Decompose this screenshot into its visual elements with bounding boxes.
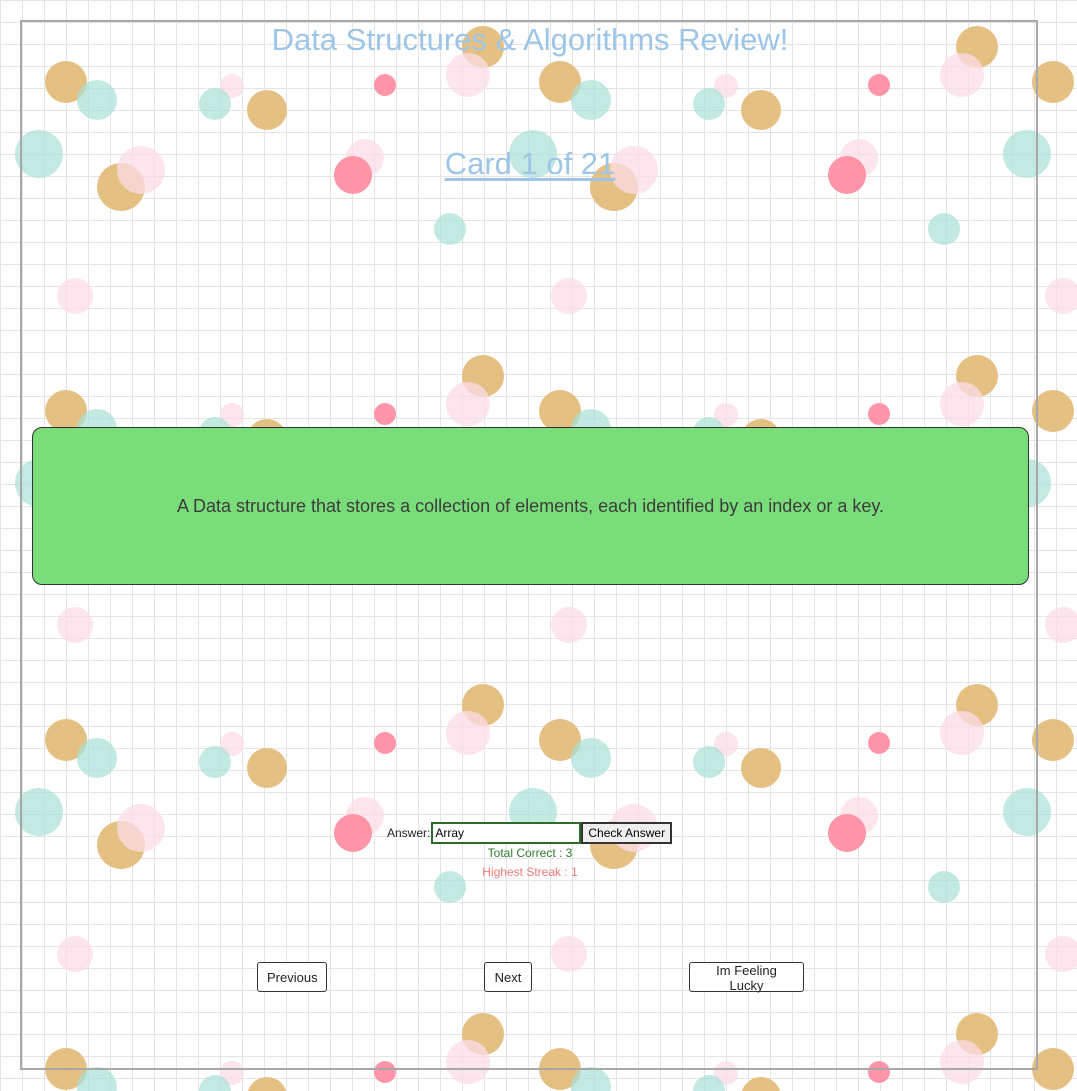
- gold-dot: [1032, 390, 1074, 432]
- page-title: Data Structures & Algorithms Review!: [271, 22, 789, 57]
- gold-dot: [247, 1077, 287, 1091]
- flashcard-text: A Data structure that stores a collectio…: [176, 495, 885, 516]
- gold-dot: [1032, 719, 1074, 761]
- mint-dot: [199, 1075, 231, 1091]
- flashcard[interactable]: A Data structure that stores a collectio…: [32, 427, 1029, 585]
- pink-dot: [1045, 936, 1077, 972]
- answer-input[interactable]: [431, 822, 582, 844]
- previous-button[interactable]: Previous: [257, 962, 327, 992]
- answer-row: Answer: Check Answer: [387, 822, 673, 844]
- mint-dot: [77, 1067, 117, 1091]
- mint-dot: [571, 1067, 611, 1091]
- card-counter-link[interactable]: Card 1 of 21: [0, 146, 1060, 182]
- total-correct-text: Total Correct : 3: [487, 846, 573, 860]
- check-answer-button[interactable]: Check Answer: [581, 822, 673, 844]
- highest-streak-text: Highest Streak : 1: [482, 865, 578, 879]
- answer-label: Answer:: [387, 826, 431, 840]
- pink-dot: [1045, 607, 1077, 643]
- pink-dot: [1045, 278, 1077, 314]
- gold-dot: [741, 1077, 781, 1091]
- gold-dot: [1032, 1048, 1074, 1090]
- mint-dot: [693, 1075, 725, 1091]
- feeling-lucky-button[interactable]: Im Feeling Lucky: [689, 962, 804, 993]
- next-button[interactable]: Next: [484, 962, 532, 992]
- gold-dot: [1032, 61, 1074, 103]
